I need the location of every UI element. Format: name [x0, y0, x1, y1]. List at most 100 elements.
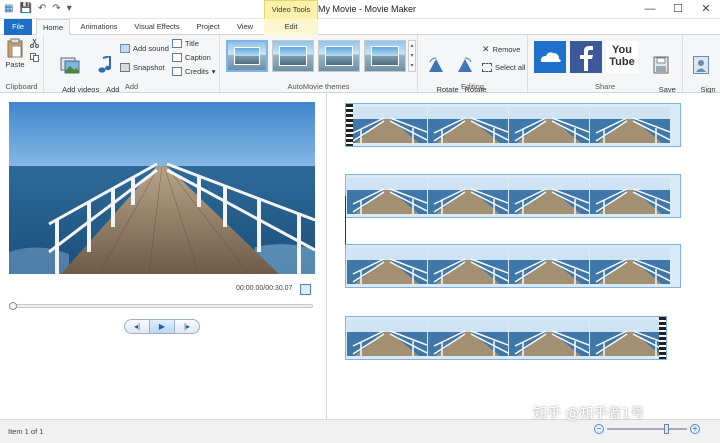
quick-access-toolbar: ▦ 💾 ↶ ↷ ▾ [4, 3, 72, 15]
tab-project[interactable]: Project [190, 19, 226, 35]
theme-thumbnail[interactable] [318, 40, 360, 72]
player-controls: ◂| ▶ |▸ [124, 319, 200, 334]
save-icon[interactable]: 💾 [19, 3, 31, 15]
clip-frame [509, 248, 589, 284]
ribbon: Paste Clipboard Add videos and photos Ad… [0, 35, 720, 103]
fullscreen-button[interactable] [300, 284, 311, 295]
clip-frame [347, 178, 427, 214]
cut-icon[interactable] [30, 39, 39, 48]
save-movie-icon [653, 56, 669, 74]
add-group: Add videos and photos Add music Add soun… [44, 35, 220, 103]
camera-icon [120, 63, 130, 72]
clip-frame [347, 248, 427, 284]
ribbon-tabs: File Home Animations Visual Effects Proj… [0, 19, 720, 36]
automovie-themes-label: AutoMovie themes [287, 82, 350, 91]
clip-frame [590, 107, 670, 143]
film-sprocket [659, 317, 666, 359]
remove-x-icon: ✕ [482, 44, 490, 54]
signin-group: Sign in [683, 35, 720, 103]
film-photo-icon [60, 57, 80, 74]
title-bar: ▦ 💾 ↶ ↷ ▾ Video Tools My Movie - Movie M… [0, 0, 720, 19]
theme-thumbnail[interactable] [272, 40, 314, 72]
film-strip[interactable] [345, 103, 681, 147]
theme-thumbnail[interactable] [364, 40, 406, 72]
film-strip[interactable] [345, 174, 681, 218]
previous-frame-button[interactable]: ◂| [125, 320, 149, 333]
rotate-left-icon [429, 57, 443, 72]
preview-pane: 00:00.00/00:30.07 ◂| ▶ |▸ [0, 93, 327, 419]
snapshot-button[interactable]: Snapshot [120, 63, 165, 72]
tab-home[interactable]: Home [36, 19, 70, 36]
seek-handle[interactable] [9, 302, 17, 310]
zoom-slider[interactable] [607, 424, 687, 434]
customize-qat-icon[interactable]: ▾ [67, 3, 72, 15]
editing-group-label: Editing [461, 82, 484, 91]
credits-icon [172, 67, 182, 76]
next-frame-button[interactable]: |▸ [175, 320, 199, 333]
theme-thumbnail[interactable] [226, 40, 268, 72]
snapshot-label: Snapshot [133, 63, 165, 72]
youtube-icon[interactable]: You Tube [606, 41, 638, 73]
app-icon[interactable]: ▦ [4, 3, 13, 15]
chevron-down-icon: ▾ [211, 67, 216, 76]
zoom-in-button[interactable]: + [690, 424, 700, 434]
tab-file[interactable]: File [4, 19, 32, 35]
select-all-button[interactable]: Select all [482, 63, 525, 72]
copy-icon[interactable] [30, 53, 39, 62]
clip-frame [590, 178, 670, 214]
share-group-label: Share [594, 82, 615, 91]
remove-button[interactable]: ✕ Remove [482, 44, 520, 55]
zoom-control: − + [594, 424, 700, 434]
watermark: 知乎 @知乎者1号 [533, 406, 645, 422]
add-group-label: Add [124, 82, 139, 91]
zoom-handle[interactable] [664, 424, 669, 434]
user-icon [693, 56, 709, 74]
clip-frame [428, 248, 508, 284]
zoom-out-button[interactable]: − [594, 424, 604, 434]
paste-label: Paste [5, 60, 25, 69]
playhead[interactable] [345, 196, 346, 244]
title-button[interactable]: Title [172, 39, 199, 48]
minimize-button[interactable]: — [636, 0, 664, 19]
seek-bar[interactable] [9, 302, 313, 310]
tab-animations[interactable]: Animations [76, 19, 122, 35]
title-icon [172, 39, 182, 48]
video-tools-context-label: Video Tools [264, 0, 318, 19]
editing-group: Rotate left Rotate right ✕ Remove Select… [418, 35, 528, 103]
gallery-scroll[interactable]: ▴ ▾ ▾ [408, 40, 416, 72]
music-note-icon [98, 56, 111, 73]
undo-icon[interactable]: ↶ [38, 3, 46, 15]
pier-image [9, 102, 315, 274]
credits-label: Credits [185, 67, 209, 76]
clip-frame [509, 107, 589, 143]
clip-frame [590, 320, 666, 356]
caption-button[interactable]: Caption [172, 53, 211, 62]
tab-edit[interactable]: Edit [264, 19, 318, 35]
clip-frame [590, 248, 670, 284]
youtube-logo-text: You Tube [609, 44, 635, 68]
close-button[interactable]: ✕ [692, 0, 720, 19]
clipboard-group-label: Clipboard [5, 82, 38, 91]
play-button[interactable]: ▶ [149, 320, 175, 333]
add-sound-button[interactable]: Add sound [120, 44, 169, 53]
window-title: My Movie - Movie Maker [318, 4, 417, 14]
clip-frame [347, 107, 427, 143]
clip-frame [428, 178, 508, 214]
film-strip[interactable] [345, 244, 681, 288]
paste-button[interactable]: Paste [4, 38, 26, 69]
tab-visual-effects[interactable]: Visual Effects [130, 19, 184, 35]
speaker-icon [120, 44, 130, 53]
facebook-icon[interactable] [570, 41, 602, 73]
timecode: 00:00.00/00:30.07 [236, 285, 293, 292]
maximize-button[interactable]: ☐ [664, 0, 692, 19]
film-strip[interactable] [345, 316, 667, 360]
add-sound-label: Add sound [133, 44, 169, 53]
clip-frame [347, 320, 427, 356]
credits-button[interactable]: Credits ▾ [172, 67, 216, 76]
tab-view[interactable]: View [232, 19, 258, 35]
clip-frame [509, 320, 589, 356]
video-preview[interactable] [9, 102, 315, 274]
redo-icon[interactable]: ↷ [52, 3, 60, 15]
title-label: Title [185, 39, 199, 48]
onedrive-icon[interactable] [534, 41, 566, 73]
